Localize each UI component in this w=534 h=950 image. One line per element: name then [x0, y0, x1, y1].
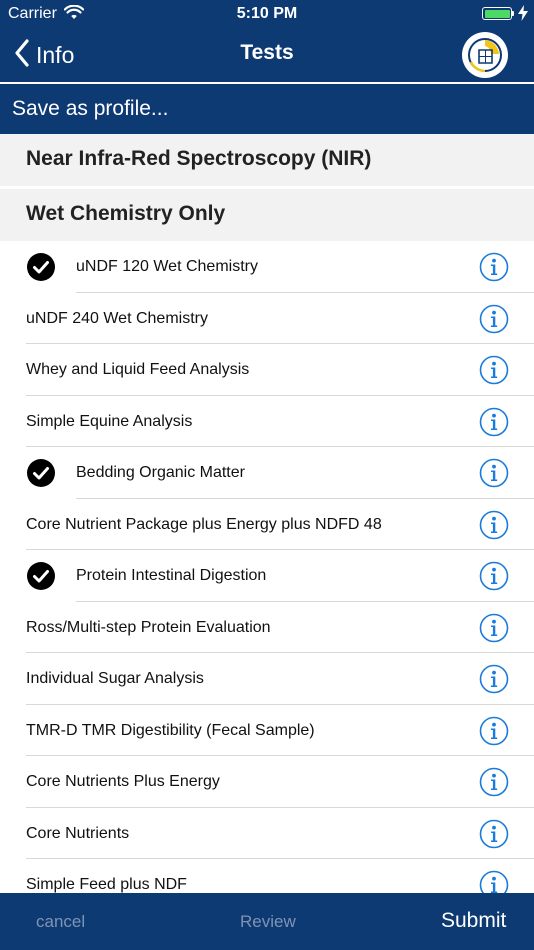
submit-button[interactable]: Submit — [441, 909, 506, 933]
section-header-wet-chemistry[interactable]: Wet Chemistry Only — [0, 189, 534, 241]
info-icon[interactable] — [479, 252, 509, 282]
info-icon[interactable] — [479, 613, 509, 643]
test-row-label: Core Nutrients Plus Energy — [26, 773, 220, 790]
test-row[interactable]: Whey and Liquid Feed Analysis — [0, 344, 534, 396]
test-row[interactable]: Ross/Multi-step Protein Evaluation — [0, 601, 534, 653]
battery-icon — [482, 7, 512, 20]
test-row[interactable]: uNDF 240 Wet Chemistry — [0, 292, 534, 344]
test-row-label: uNDF 240 Wet Chemistry — [26, 309, 208, 327]
test-row[interactable]: Core Nutrients Plus Energy — [0, 756, 534, 808]
page-title: Tests — [240, 41, 294, 64]
test-row[interactable]: Protein Intestinal Digestion — [0, 550, 534, 602]
cancel-button[interactable]: cancel — [36, 912, 85, 932]
battery-nub — [512, 11, 514, 16]
info-icon[interactable] — [479, 561, 509, 591]
section-header-nir[interactable]: Near Infra-Red Spectroscopy (NIR) — [0, 134, 534, 186]
test-row-label: Core Nutrients — [26, 824, 130, 842]
test-row[interactable]: Simple Equine Analysis — [0, 395, 534, 447]
bottom-toolbar: cancel Review Submit — [0, 893, 534, 950]
info-icon[interactable] — [479, 407, 509, 437]
info-icon[interactable] — [479, 664, 509, 694]
test-row[interactable]: TMR-D TMR Digestibility (Fecal Sample) — [0, 704, 534, 756]
company-logo-icon[interactable] — [462, 32, 508, 78]
save-as-profile-button[interactable]: Save as profile... — [0, 84, 534, 134]
status-bar: Carrier 5:10 PM — [0, 0, 534, 28]
test-row-label: TMR-D TMR Digestibility (Fecal Sample) — [26, 721, 315, 739]
test-list: uNDF 120 Wet Chemistry uNDF 240 Wet Chemi… — [0, 241, 534, 911]
checkmark-icon — [27, 253, 55, 281]
test-row-label: Simple Equine Analysis — [26, 412, 193, 430]
test-row[interactable]: Bedding Organic Matter — [0, 447, 534, 499]
info-icon[interactable] — [479, 819, 509, 849]
checkmark-icon — [27, 562, 55, 590]
test-row[interactable]: Core Nutrient Package plus Energy plus N… — [0, 498, 534, 550]
info-icon[interactable] — [479, 458, 509, 488]
info-icon[interactable] — [479, 767, 509, 797]
info-icon[interactable] — [479, 355, 509, 385]
charging-bolt-icon — [518, 5, 528, 26]
test-row-label: Bedding Organic Matter — [76, 464, 245, 481]
test-row-label: Individual Sugar Analysis — [26, 670, 204, 687]
checkmark-icon — [27, 459, 55, 487]
info-icon[interactable] — [479, 304, 509, 334]
test-row-label: Ross/Multi-step Protein Evaluation — [26, 618, 271, 636]
test-row-label: uNDF 120 Wet Chemistry — [76, 258, 258, 275]
test-row-label: Protein Intestinal Digestion — [76, 567, 267, 584]
navigation-bar: Info Tests — [0, 28, 534, 82]
test-row-label: Core Nutrient Package plus Energy plus N… — [26, 515, 382, 533]
test-row[interactable]: uNDF 120 Wet Chemistry — [0, 241, 534, 293]
test-row[interactable]: Individual Sugar Analysis — [0, 653, 534, 705]
test-row[interactable]: Core Nutrients — [0, 807, 534, 859]
clock: 5:10 PM — [236, 5, 298, 22]
info-icon[interactable] — [479, 716, 509, 746]
info-icon[interactable] — [479, 510, 509, 540]
test-row-label: Whey and Liquid Feed Analysis — [26, 361, 250, 378]
review-button[interactable]: Review — [240, 912, 296, 932]
